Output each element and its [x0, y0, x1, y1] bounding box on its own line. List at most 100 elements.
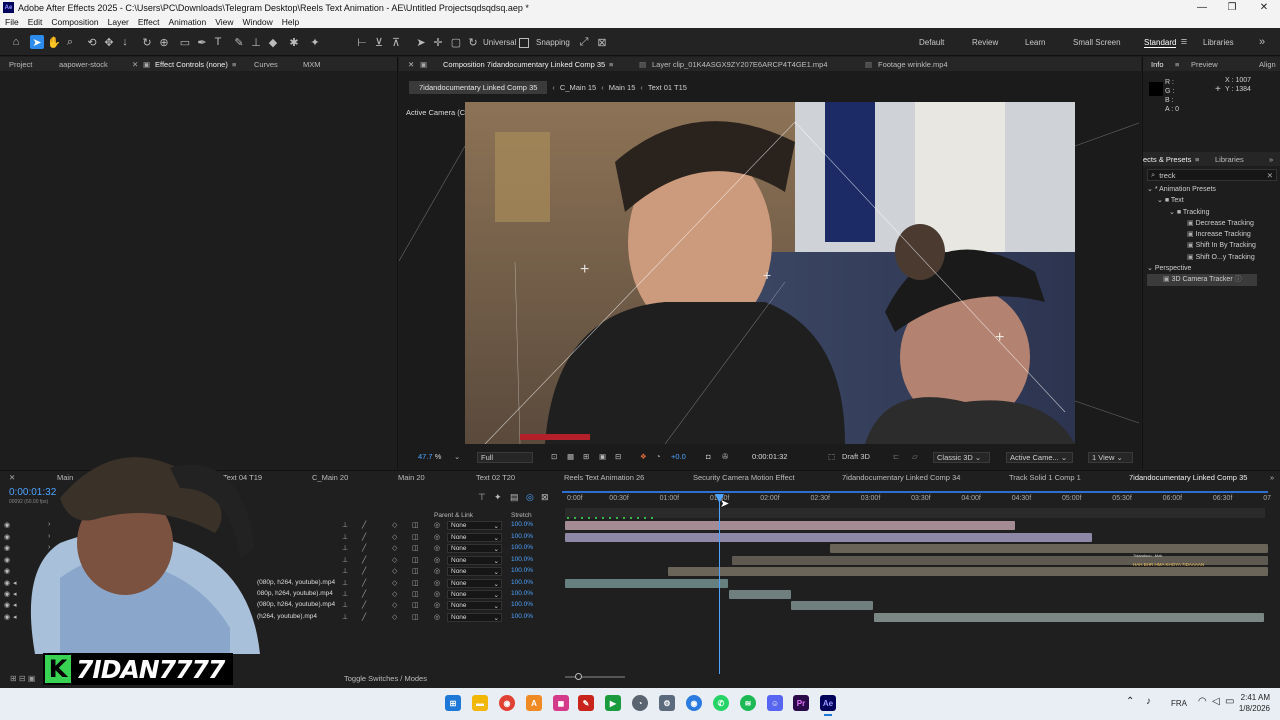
parent-select[interactable]: None ⌄ — [447, 613, 502, 622]
parent-select[interactable]: None ⌄ — [447, 556, 502, 565]
clear-search-icon[interactable]: ✕ — [1267, 171, 1273, 180]
3d-layer-switch-icon[interactable]: ◫ — [412, 613, 419, 621]
snapping-checkbox[interactable] — [519, 38, 529, 48]
rotate-tool-icon[interactable]: ↻ — [140, 35, 154, 49]
parent-select[interactable]: None ⌄ — [447, 544, 502, 553]
spotify-icon[interactable]: ≋ — [740, 695, 756, 711]
extended-viewer-icon[interactable]: ⊏ — [893, 452, 899, 461]
3d-layer-switch-icon[interactable]: ◫ — [412, 590, 419, 598]
breadcrumb-item[interactable]: C_Main 15 — [560, 83, 596, 92]
maximize-button[interactable]: ❐ — [1217, 0, 1247, 15]
workspace-default[interactable]: Default — [919, 38, 944, 47]
pick-whip-icon[interactable]: ◎ — [434, 521, 440, 529]
parent-select[interactable]: None ⌄ — [447, 579, 502, 588]
3d-ground-plane-icon[interactable]: ⊟ — [615, 452, 621, 461]
tab-preview[interactable]: Preview — [1191, 60, 1218, 69]
tab-info[interactable]: Info — [1151, 60, 1164, 69]
playhead-line[interactable] — [719, 496, 720, 674]
color-channels-icon[interactable]: ❖ — [640, 452, 647, 461]
camera-view-select[interactable]: Active Came... ⌄ — [1006, 452, 1073, 463]
tree-item-3d-camera-tracker[interactable]: ▣ 3D Camera Tracker ⓘ — [1147, 274, 1257, 286]
chrome-icon[interactable]: ◉ — [499, 695, 515, 711]
zoom-tool-icon[interactable]: ⌕ — [63, 35, 77, 49]
quality-switch-icon[interactable]: ╱ — [362, 590, 366, 598]
panel-menu-icon[interactable]: ≡ — [609, 60, 613, 69]
motion-blur-switch-icon[interactable]: ◇ — [392, 613, 397, 621]
snapshot-icon[interactable]: ◘ — [706, 452, 711, 461]
pen-tool-icon[interactable]: ✒ — [195, 35, 209, 49]
app-a-icon[interactable]: A — [526, 695, 542, 711]
tab-timeline[interactable]: C_Main 20 — [312, 473, 348, 482]
dolly-tool-icon[interactable]: ↓ — [118, 35, 132, 49]
quality-switch-icon[interactable]: ╱ — [362, 533, 366, 541]
stretch-value[interactable]: 100.0% — [511, 567, 533, 574]
stretch-value[interactable]: 100.0% — [511, 521, 533, 528]
tab-project[interactable]: Project — [9, 60, 32, 69]
parent-select[interactable]: None ⌄ — [447, 533, 502, 542]
work-area-bar[interactable] — [562, 491, 1268, 493]
pick-whip-icon[interactable]: ◎ — [434, 579, 440, 587]
settings-icon[interactable]: ⚙ — [659, 695, 675, 711]
layer-bar[interactable] — [668, 567, 1268, 576]
zoom-slider-handle[interactable] — [575, 673, 582, 680]
tab-timeline[interactable]: Text 02 T20 — [476, 473, 515, 482]
menu-help[interactable]: Help — [282, 17, 299, 27]
layer-bar[interactable] — [874, 613, 1264, 622]
workspace-standard[interactable]: Standard — [1144, 38, 1177, 48]
workspace-learn[interactable]: Learn — [1025, 38, 1045, 47]
language-indicator[interactable]: FRA — [1171, 699, 1187, 708]
tab-mxm[interactable]: MXM — [303, 60, 321, 69]
motion-blur-switch-icon[interactable]: ◇ — [392, 533, 397, 541]
selection-tool-icon[interactable]: ➤ — [30, 35, 44, 49]
tab-effects-presets[interactable]: ects & Presets — [1143, 155, 1191, 164]
quality-switch-icon[interactable]: ╱ — [362, 521, 366, 529]
tree-item-perspective[interactable]: ⌄ Perspective — [1147, 263, 1257, 274]
motion-blur-switch-icon[interactable]: ◇ — [392, 601, 397, 609]
menu-window[interactable]: Window — [243, 17, 273, 27]
viewer-timecode[interactable]: 0:00:01:32 — [752, 452, 787, 461]
shy-switch-icon[interactable]: ⊥ — [342, 544, 348, 552]
layer-bar[interactable] — [830, 544, 1268, 553]
tree-item-decrease-tracking[interactable]: ▣ Decrease Tracking — [1147, 218, 1257, 229]
puppet-pin-tool-icon[interactable]: ✦ — [308, 35, 322, 49]
motion-blur-switch-icon[interactable]: ◇ — [392, 544, 397, 552]
volume-icon[interactable]: ◁ — [1212, 696, 1220, 707]
snapping-label[interactable]: Snapping — [536, 38, 570, 47]
tab-timeline[interactable]: Security Camera Motion Effect — [693, 473, 795, 482]
stretch-value[interactable]: 100.0% — [511, 590, 533, 597]
parent-select[interactable]: None ⌄ — [447, 601, 502, 610]
stretch-value[interactable]: 100.0% — [511, 556, 533, 563]
transparency-grid-icon[interactable]: ▦ — [567, 452, 574, 461]
panel-menu-icon[interactable]: ≡ — [1195, 155, 1199, 164]
3d-layer-switch-icon[interactable]: ◫ — [412, 521, 419, 529]
browser-icon[interactable]: ◉ — [686, 695, 702, 711]
motion-blur-switch-icon[interactable]: ◇ — [392, 521, 397, 529]
tab-timeline[interactable]: Main 20 — [398, 473, 425, 482]
microphone-icon[interactable]: ♪ — [1146, 696, 1151, 707]
tab-composition[interactable]: Composition 7idandocumentary Linked Comp… — [443, 60, 605, 69]
draft-3d-timeline-icon[interactable]: ✦ — [494, 492, 502, 503]
resolution-select[interactable]: Full — [477, 452, 533, 463]
shy-switch-icon[interactable]: ⊥ — [342, 521, 348, 529]
composition-frame[interactable]: + + + — [465, 102, 1075, 444]
3d-scale-icon[interactable]: ▢ — [449, 35, 463, 49]
pick-whip-icon[interactable]: ◎ — [434, 590, 440, 598]
workspace-review[interactable]: Review — [972, 38, 998, 47]
zoom-slider-track[interactable] — [565, 676, 625, 678]
type-tool-icon[interactable]: T — [211, 35, 225, 49]
more-tabs-icon[interactable]: » — [1270, 473, 1274, 482]
shy-switch-icon[interactable]: ⊥ — [342, 556, 348, 564]
renderer-select[interactable]: Classic 3D ⌄ — [933, 452, 990, 463]
mask-visibility-icon[interactable]: ▣ — [599, 452, 606, 461]
quality-switch-icon[interactable]: ╱ — [362, 601, 366, 609]
tree-item-text[interactable]: ⌄ ■ Text — [1147, 195, 1257, 206]
exposure-reset-icon[interactable]: ◔ — [656, 452, 661, 461]
3d-rotate-icon[interactable]: ↻ — [466, 35, 480, 49]
quality-switch-icon[interactable]: ╱ — [362, 556, 366, 564]
parent-select[interactable]: None ⌄ — [447, 590, 502, 599]
3d-layer-switch-icon[interactable]: ◫ — [412, 556, 419, 564]
photos-icon[interactable]: ◼ — [553, 695, 569, 711]
clock[interactable]: 2:41 AM 1/8/2026 — [1234, 692, 1270, 714]
workspace-libraries[interactable]: Libraries — [1203, 38, 1234, 47]
3d-layer-switch-icon[interactable]: ◫ — [412, 533, 419, 541]
